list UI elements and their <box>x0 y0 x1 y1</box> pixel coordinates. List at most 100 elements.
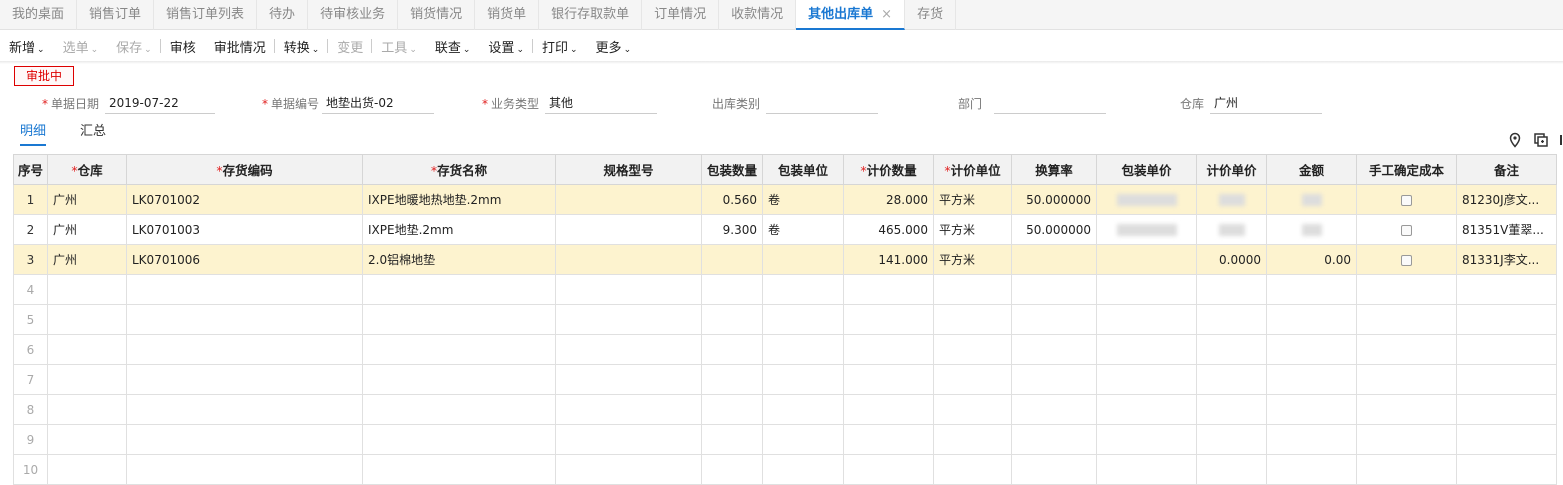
tab-3[interactable]: 待办 <box>257 0 309 30</box>
field-date[interactable]: * 单据日期 2019-07-22 <box>42 92 216 114</box>
column-header[interactable]: *存货名称 <box>362 154 556 185</box>
table-cell[interactable]: 5 <box>13 304 48 335</box>
toolbar-button-6[interactable]: 变更 <box>328 37 373 56</box>
table-cell[interactable]: 0.0000 <box>1196 244 1267 275</box>
tab-2[interactable]: 销售订单列表 <box>154 0 258 30</box>
table-cell[interactable] <box>1096 304 1197 335</box>
toolbar-button-10[interactable]: 打印 ⌄ <box>533 37 587 56</box>
table-cell[interactable] <box>555 424 702 455</box>
table-cell[interactable] <box>362 334 556 365</box>
table-cell[interactable] <box>1011 394 1097 425</box>
table-cell[interactable] <box>762 274 844 305</box>
table-cell[interactable] <box>362 304 556 335</box>
table-cell[interactable] <box>762 424 844 455</box>
table-cell[interactable]: 9 <box>13 424 48 455</box>
table-cell[interactable] <box>555 244 702 275</box>
out-type-input[interactable] <box>766 92 879 114</box>
table-cell[interactable] <box>1456 424 1557 455</box>
tab-11[interactable]: 存货 <box>905 0 957 30</box>
table-cell[interactable] <box>1096 394 1197 425</box>
table-cell[interactable] <box>701 424 763 455</box>
table-cell[interactable] <box>933 454 1012 485</box>
table-cell[interactable] <box>1196 304 1267 335</box>
table-cell[interactable] <box>1196 394 1267 425</box>
column-header[interactable]: 金额 <box>1266 154 1357 185</box>
table-cell[interactable] <box>126 394 363 425</box>
table-cell[interactable] <box>843 334 934 365</box>
table-cell[interactable]: 50.000000 <box>1011 214 1097 245</box>
column-header[interactable]: *仓库 <box>47 154 127 185</box>
toolbar-button-7[interactable]: 工具 ⌄ <box>372 37 426 56</box>
table-cell[interactable] <box>555 394 702 425</box>
table-cell[interactable]: 4 <box>13 274 48 305</box>
table-cell[interactable] <box>933 304 1012 335</box>
table-row[interactable]: 9 <box>13 424 1557 455</box>
table-cell[interactable] <box>555 214 702 245</box>
table-cell[interactable]: 2 <box>13 214 48 245</box>
table-cell[interactable]: 0.560 <box>701 184 763 215</box>
table-cell[interactable]: 8 <box>13 394 48 425</box>
table-cell[interactable] <box>47 454 127 485</box>
table-cell[interactable] <box>701 364 763 395</box>
table-cell[interactable] <box>1096 334 1197 365</box>
warehouse-input[interactable]: 广州 <box>1210 92 1323 114</box>
more-icon[interactable] <box>1559 132 1563 148</box>
table-cell[interactable] <box>47 334 127 365</box>
table-cell[interactable] <box>555 364 702 395</box>
toolbar-button-9[interactable]: 设置 ⌄ <box>479 37 533 56</box>
column-header[interactable]: *存货编码 <box>126 154 363 185</box>
table-cell[interactable] <box>1011 304 1097 335</box>
table-row[interactable]: 5 <box>13 304 1557 335</box>
dept-input[interactable] <box>994 92 1107 114</box>
table-cell[interactable] <box>1096 214 1197 245</box>
table-cell[interactable] <box>933 364 1012 395</box>
table-cell[interactable] <box>701 454 763 485</box>
table-cell[interactable] <box>555 184 702 215</box>
table-cell[interactable] <box>843 394 934 425</box>
table-cell[interactable] <box>701 394 763 425</box>
table-cell[interactable] <box>843 364 934 395</box>
table-cell[interactable] <box>47 304 127 335</box>
table-cell[interactable] <box>126 304 363 335</box>
table-cell[interactable] <box>1266 454 1357 485</box>
table-cell[interactable] <box>1266 274 1357 305</box>
table-cell[interactable] <box>555 304 702 335</box>
table-cell[interactable]: 广州 <box>47 244 127 275</box>
biz-type-input[interactable]: 其他 <box>545 92 658 114</box>
table-row[interactable]: 2 广州 LK0701003 IXPE地垫.2mm 9.300 卷 465.000 平方米 50… <box>13 214 1557 245</box>
table-cell[interactable] <box>126 454 363 485</box>
table-cell[interactable] <box>1266 184 1357 215</box>
table-cell[interactable] <box>762 334 844 365</box>
table-cell[interactable]: 81230J彦文... <box>1456 184 1557 215</box>
table-cell[interactable]: 0.00 <box>1266 244 1357 275</box>
table-cell[interactable] <box>762 244 844 275</box>
table-cell[interactable] <box>1196 424 1267 455</box>
manual-cost-checkbox[interactable] <box>1401 194 1412 206</box>
table-row[interactable]: 4 <box>13 274 1557 305</box>
tab-7[interactable]: 银行存取款单 <box>539 0 643 30</box>
table-cell[interactable]: 卷 <box>762 184 844 215</box>
table-cell[interactable] <box>126 424 363 455</box>
toolbar-button-4[interactable]: 审批情况 <box>205 37 275 56</box>
tab-0[interactable]: 我的桌面 <box>0 0 78 30</box>
table-cell[interactable]: 1 <box>13 184 48 215</box>
toolbar-button-0[interactable]: 新增 ⌄ <box>0 37 54 56</box>
table-cell[interactable] <box>701 304 763 335</box>
table-cell[interactable]: 平方米 <box>933 184 1012 215</box>
table-cell[interactable]: IXPE地暖地热地垫.2mm <box>362 184 556 215</box>
field-warehouse[interactable]: 仓库 广州 <box>1180 92 1323 114</box>
table-cell[interactable]: 7 <box>13 364 48 395</box>
table-row[interactable]: 1 广州 LK0701002 IXPE地暖地热地垫.2mm 0.560 卷 28.000 平方… <box>13 184 1557 215</box>
column-header[interactable]: 序号 <box>13 154 48 185</box>
manual-cost-checkbox[interactable] <box>1401 224 1412 236</box>
table-cell[interactable]: 平方米 <box>933 244 1012 275</box>
table-cell[interactable] <box>1011 424 1097 455</box>
table-cell[interactable]: 28.000 <box>843 184 934 215</box>
table-cell[interactable] <box>843 424 934 455</box>
table-cell[interactable]: 465.000 <box>843 214 934 245</box>
table-cell[interactable] <box>1096 364 1197 395</box>
tab-5[interactable]: 销货情况 <box>398 0 476 30</box>
table-cell[interactable] <box>47 274 127 305</box>
column-header[interactable]: 备注 <box>1456 154 1557 185</box>
toolbar-button-3[interactable]: 审核 <box>161 37 205 56</box>
